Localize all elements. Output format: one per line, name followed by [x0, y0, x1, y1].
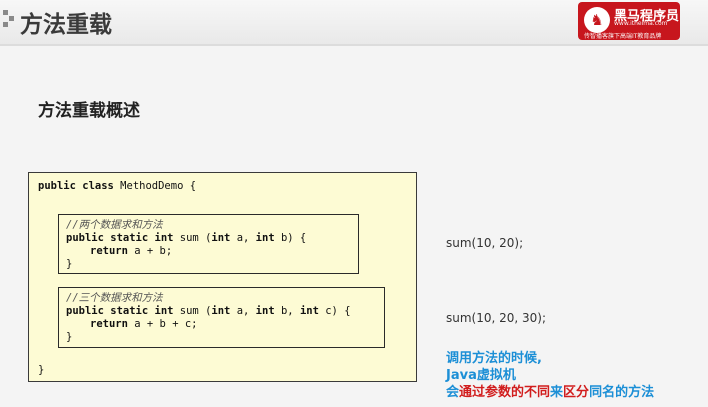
header-divider [0, 44, 708, 46]
method-call-two-args: sum(10, 20); [446, 236, 524, 250]
brand-logo: ♞ 黑马程序员 www.itheima.com 传智播客旗下高端IT教育品牌 [578, 2, 680, 40]
slide-header: 方法重载 ♞ 黑马程序员 www.itheima.com 传智播客旗下高端IT教… [0, 0, 708, 44]
logo-url: www.itheima.com [614, 20, 668, 27]
method-close-brace: } [66, 331, 73, 343]
method-signature: public static int sum (int a, int b, int… [66, 305, 351, 317]
horse-logo-icon: ♞ [584, 7, 610, 33]
section-heading: 方法重载概述 [38, 101, 140, 121]
method-close-brace: } [66, 258, 73, 270]
code-comment: //三个数据求和方法 [66, 292, 163, 304]
return-statement: return a + b + c; [90, 318, 198, 330]
note-line-3: 会通过参数的不同来区分同名的方法 [446, 385, 655, 400]
code-block: public class MethodDemo { //两个数据求和方法 pub… [28, 172, 417, 382]
code-comment: //两个数据求和方法 [66, 219, 163, 231]
class-close-brace: } [38, 364, 45, 376]
method-box-two-params: //两个数据求和方法 public static int sum (int a,… [58, 214, 359, 274]
class-declaration: public class MethodDemo { [38, 180, 197, 192]
decorative-squares-icon [3, 10, 15, 30]
method-box-three-params: //三个数据求和方法 public static int sum (int a,… [58, 287, 385, 348]
slide-title: 方法重载 [20, 12, 112, 38]
method-signature: public static int sum (int a, int b) { [66, 232, 307, 244]
return-statement: return a + b; [90, 245, 173, 257]
logo-slogan: 传智播客旗下高端IT教育品牌 [584, 33, 662, 40]
method-call-three-args: sum(10, 20, 30); [446, 311, 547, 325]
